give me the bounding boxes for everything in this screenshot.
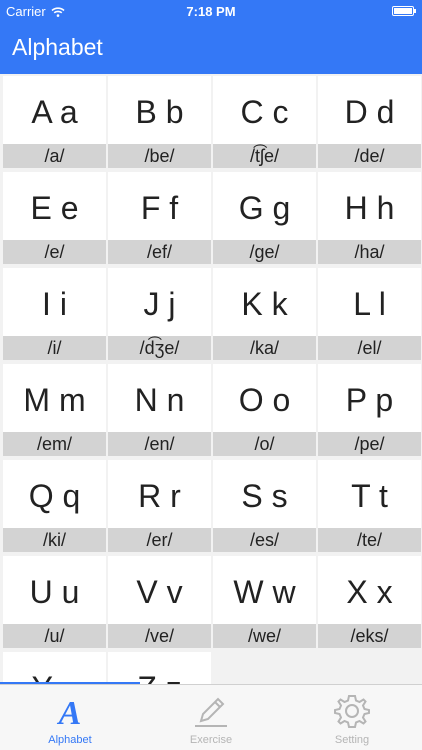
letter-cell[interactable]: R r/er/ [108,460,211,552]
letter-glyph: S s [241,478,288,514]
letter-cell[interactable]: N n/en/ [108,364,211,456]
letter-glyph: X x [346,574,393,610]
pronunciation-label: /es/ [213,528,316,552]
letter-glyph: W w [233,574,296,610]
letter-cell[interactable]: H h/ha/ [318,172,421,264]
letter-glyph: C c [240,94,289,130]
tab-exercise[interactable]: Exercise [141,685,281,750]
pronunciation-label: /be/ [108,144,211,168]
letter-glyph: A a [31,94,78,130]
letter-cell[interactable]: U u/u/ [3,556,106,648]
letter-glyph: D d [344,94,395,130]
pronunciation-label: /te/ [318,528,421,552]
pronunciation-label: /ve/ [108,624,211,648]
letter-a-icon: A [57,695,82,729]
letter-cell[interactable]: Y y [3,652,106,684]
alphabet-grid: A a/a/B b/be/C c/t͡ʃe/D d/de/E e/e/F f/e… [0,74,422,684]
pronunciation-label: /d͡ʒe/ [108,336,211,360]
letter-cell[interactable]: Q q/ki/ [3,460,106,552]
letter-cell[interactable]: M m/em/ [3,364,106,456]
letter-cell[interactable]: Z z [108,652,211,684]
pronunciation-label: /de/ [318,144,421,168]
page-title: Alphabet [12,34,103,60]
letter-cell[interactable]: W w/we/ [213,556,316,648]
letter-glyph: B b [135,94,184,130]
pronunciation-label: /ha/ [318,240,421,264]
letter-cell[interactable]: X x/eks/ [318,556,421,648]
letter-cell[interactable]: V v/ve/ [108,556,211,648]
letter-glyph: Q q [28,478,81,514]
pronunciation-label: /ef/ [108,240,211,264]
letter-cell[interactable]: J j/d͡ʒe/ [108,268,211,360]
letter-glyph: M m [23,382,86,418]
letter-glyph: U u [29,574,80,610]
status-time: 7:18 PM [186,4,236,19]
tab-label: Alphabet [48,734,92,746]
pronunciation-label: /eks/ [318,624,421,648]
pronunciation-label: /ki/ [3,528,106,552]
letter-cell[interactable]: G g/ge/ [213,172,316,264]
letter-glyph: I i [42,286,67,322]
pencil-icon [195,697,227,727]
pronunciation-label: /e/ [3,240,106,264]
letter-glyph: J j [143,286,176,322]
letter-cell[interactable]: D d/de/ [318,76,421,168]
status-bar: Carrier 7:18 PM [0,0,422,22]
letter-glyph: N n [134,382,185,418]
pronunciation-label: /el/ [318,336,421,360]
letter-glyph: O o [238,382,291,418]
letter-cell[interactable]: K k/ka/ [213,268,316,360]
pronunciation-label: /o/ [213,432,316,456]
letter-cell[interactable]: S s/es/ [213,460,316,552]
pronunciation-label: /we/ [213,624,316,648]
letter-glyph: L l [353,286,386,322]
letter-glyph: K k [241,286,288,322]
pronunciation-label: /t͡ʃe/ [213,144,316,168]
pronunciation-label: /ge/ [213,240,316,264]
letter-glyph: T t [351,478,388,514]
letter-cell[interactable]: I i/i/ [3,268,106,360]
letter-cell[interactable]: L l/el/ [318,268,421,360]
pronunciation-label: /u/ [3,624,106,648]
pronunciation-label: /a/ [3,144,106,168]
letter-glyph: G g [238,190,291,226]
svg-text:A: A [57,695,82,729]
letter-cell[interactable]: C c/t͡ʃe/ [213,76,316,168]
letter-cell[interactable]: P p/pe/ [318,364,421,456]
letter-glyph: F f [140,190,179,226]
nav-bar: Alphabet [0,22,422,74]
letter-cell[interactable]: O o/o/ [213,364,316,456]
pronunciation-label: /em/ [3,432,106,456]
letter-cell[interactable]: F f/ef/ [108,172,211,264]
tab-alphabet[interactable]: A Alphabet [0,685,140,750]
letter-glyph: V v [136,574,183,610]
pronunciation-label: /i/ [3,336,106,360]
letter-cell[interactable]: B b/be/ [108,76,211,168]
letter-cell[interactable]: A a/a/ [3,76,106,168]
tab-setting[interactable]: Setting [282,685,422,750]
pronunciation-label: /er/ [108,528,211,552]
tab-label: Setting [334,734,370,746]
letter-glyph: H h [344,190,395,226]
pronunciation-label: /ka/ [213,336,316,360]
tab-label: Exercise [189,734,233,746]
battery-icon [392,6,416,16]
letter-cell[interactable]: T t/te/ [318,460,421,552]
letter-glyph: R r [138,478,181,514]
gear-icon [334,695,370,728]
pronunciation-label: /pe/ [318,432,421,456]
letter-cell[interactable]: E e/e/ [3,172,106,264]
pronunciation-label: /en/ [108,432,211,456]
tab-bar: A Alphabet Exercise Setting [0,684,422,750]
letter-glyph: E e [30,190,79,226]
letter-glyph: P p [345,382,394,418]
